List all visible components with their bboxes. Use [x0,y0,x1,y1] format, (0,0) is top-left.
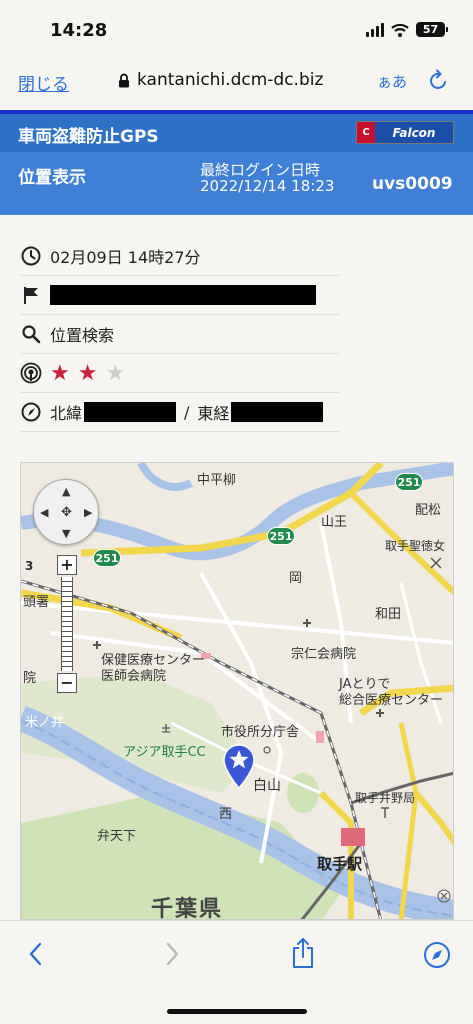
status-time: 14:28 [50,20,108,41]
pan-control[interactable]: ▲ ▼ ◀ ▶ ✥ [33,479,99,545]
share-icon[interactable] [290,937,316,969]
battery-icon: 57 [416,22,448,37]
clock-icon [20,245,42,267]
route-shield: 251 [93,549,121,567]
coordinate-separator: / [184,402,190,422]
star-filled-icon: ★ [50,360,70,386]
map-label-keisatsu: 頭署 [23,595,50,610]
search-row[interactable]: 位置検索 [20,315,340,354]
browser-top-bar: 閉じる kantanichi.dcm-dc.biz ぁあ [0,58,473,110]
signal-stars: ★ ★ ★ [50,361,125,386]
brand-logo: C Falcon [356,121,454,144]
map-label-sanno: 山王 [321,515,348,530]
compass-icon [20,401,42,423]
map-label-asia-cc: アジア取手CC [123,745,206,760]
section-title: 位置表示 [18,168,86,188]
back-icon[interactable] [26,941,46,967]
zoom-slider[interactable] [61,577,73,671]
map-label-nakahirayanagi: 中平柳 [197,473,237,488]
user-id: uvs0009 [372,174,453,194]
zoom-in-button[interactable]: + [57,555,77,575]
zoom-control: + − [57,555,79,693]
map-label-route-3: 3 [25,559,34,573]
cellular-signal-icon [366,22,384,37]
reload-icon[interactable] [428,69,450,93]
map-label-haimatsu: 配松 [415,503,442,518]
map-label-toride-seitoku: 取手聖徳女 [385,539,446,553]
text-size-button[interactable]: ぁあ [377,71,407,92]
zoom-out-button[interactable]: − [57,673,77,693]
app-title: 車両盗難防止GPS [18,127,159,147]
star-filled-icon: ★ [77,360,98,386]
location-header: 位置表示 最終ログイン日時 2022/12/14 18:23 uvs0009 [0,152,473,215]
flag-icon [20,284,42,306]
latitude-redacted [84,402,177,422]
map-label-toride-station: 取手駅 [317,855,363,873]
search-label[interactable]: 位置検索 [50,322,114,346]
map-label-wada: 和田 [375,607,402,622]
route-shield: 251 [267,527,295,545]
address-row [20,276,340,315]
map-label-oka: 岡 [289,571,303,586]
star-empty-icon: ★ [105,360,126,386]
map-label-ishikai-hospital: 医師会病院 [101,669,167,684]
main-content: 02月09日 14時27分 位置検索 ★ ★ ★ 北緯 / 東経 中平柳 配松 … [0,215,473,920]
datetime-value: 02月09日 14時27分 [50,248,201,267]
map-label-toride-inokubo: 取手井野局 [355,791,416,805]
map-label-city-office: 市役所分庁舎 [221,725,300,740]
browser-bottom-bar [0,920,473,1024]
longitude-redacted [231,402,324,422]
brand-mark: C [357,122,375,143]
close-button[interactable]: 閉じる [18,70,69,95]
last-login-value: 2022/12/14 18:23 [200,177,335,195]
map-label-chiba: 千葉県 [151,897,224,920]
address-bar[interactable]: kantanichi.dcm-dc.biz [118,70,323,90]
wifi-icon [391,23,409,37]
route-shield: 251 [395,473,423,491]
search-icon [20,323,42,345]
vehicle-location-pin-icon[interactable] [221,743,257,789]
coordinates-row: 北緯 / 東経 [20,393,340,432]
map-label-bentenshita: 弁天下 [97,829,137,844]
address-redacted [50,285,316,305]
status-bar: 14:28 57 [0,0,473,58]
longitude-label: 東経 [197,404,230,423]
status-icons: 57 [366,22,448,37]
map-label-hakusan: 白山 [253,778,281,794]
info-list: 02月09日 14時27分 位置検索 ★ ★ ★ 北緯 / 東経 [20,237,340,432]
map-label-yonenoi: 米ノ井 [25,715,65,730]
forward-icon[interactable] [162,941,182,967]
compass-safari-icon[interactable] [423,941,451,969]
location-map[interactable]: 中平柳 配松 山王 取手聖徳女 岡 和田 頭署 保健医療センター 医師会病院 宗… [20,462,454,920]
map-label-soujinkai-hospital: 宗仁会病院 [291,647,357,662]
gps-signal-icon [20,362,42,384]
map-label-sogo-center: 総合医療センター [339,693,444,708]
url-text: kantanichi.dcm-dc.biz [137,70,324,90]
map-label-nishi: 西 [219,807,233,822]
brand-name: Falcon [375,122,453,143]
app-header: 車両盗難防止GPS C Falcon [0,114,473,152]
signal-row: ★ ★ ★ [20,354,340,393]
latitude-label: 北緯 [50,404,83,423]
map-label-in: 院 [23,671,37,686]
home-indicator [167,1009,307,1014]
datetime-row: 02月09日 14時27分 [20,237,340,276]
lock-icon [119,73,129,87]
